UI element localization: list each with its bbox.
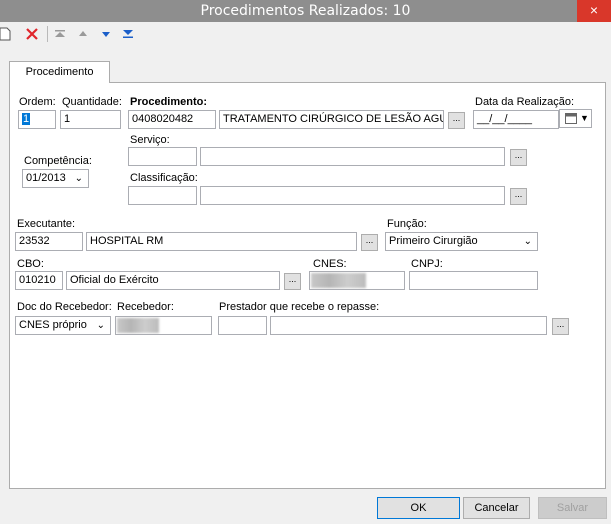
save-button[interactable]: Salvar: [538, 497, 607, 519]
cnpj-field[interactable]: [409, 271, 538, 290]
funcao-select[interactable]: Primeiro Cirurgião ⌄: [385, 232, 538, 251]
move-last-icon[interactable]: [120, 26, 136, 42]
ordem-field[interactable]: 1: [18, 110, 56, 129]
doc-recebedor-label: Doc do Recebedor:: [17, 301, 112, 313]
cancel-button[interactable]: Cancelar: [463, 497, 530, 519]
competencia-value: 01/2013: [26, 172, 66, 184]
recebedor-field[interactable]: [115, 316, 212, 335]
toolbar-separator: [47, 26, 48, 42]
tab-procedimento[interactable]: Procedimento: [9, 61, 110, 83]
servico-label: Serviço:: [130, 134, 170, 146]
classificacao-description-field[interactable]: [200, 186, 505, 205]
redacted-value: [117, 318, 159, 333]
new-icon[interactable]: [0, 26, 13, 42]
data-realizacao-label: Data da Realização:: [475, 96, 575, 108]
ordem-label: Ordem:: [19, 96, 56, 108]
prestador-lookup-button[interactable]: ...: [552, 318, 569, 335]
competencia-select[interactable]: 01/2013 ⌄: [22, 169, 89, 188]
window-title: Procedimentos Realizados: 10: [200, 3, 411, 19]
prestador-name-field[interactable]: [270, 316, 547, 335]
close-button[interactable]: ×: [577, 0, 611, 22]
procedimento-label: Procedimento:: [130, 96, 208, 108]
procedimento-code-field[interactable]: 0408020482: [128, 110, 216, 129]
cbo-description-field[interactable]: Oficial do Exército: [66, 271, 280, 290]
redacted-value: [311, 273, 366, 288]
cbo-label: CBO:: [17, 258, 44, 270]
cbo-lookup-button[interactable]: ...: [284, 273, 301, 290]
toolbar: [0, 22, 611, 46]
servico-code-field[interactable]: [128, 147, 197, 166]
chevron-down-icon: ⌄: [523, 236, 532, 247]
ordem-value: 1: [22, 113, 31, 125]
chevron-down-icon: ⌄: [96, 320, 105, 331]
executante-label: Executante:: [17, 218, 76, 230]
title-bar: Procedimentos Realizados: 10 ×: [0, 0, 611, 22]
funcao-value: Primeiro Cirurgião: [389, 235, 478, 247]
calendar-icon: [565, 113, 577, 127]
executante-lookup-button[interactable]: ...: [361, 234, 378, 251]
chevron-down-icon: ▼: [580, 113, 589, 123]
procedimento-lookup-button[interactable]: ...: [448, 112, 465, 129]
move-down-icon[interactable]: [98, 26, 114, 42]
data-realizacao-field[interactable]: __/__/____: [473, 110, 559, 129]
cbo-code-field[interactable]: 010210: [15, 271, 63, 290]
chevron-down-icon: ⌄: [74, 173, 83, 184]
cnpj-label: CNPJ:: [411, 258, 443, 270]
executante-code-field[interactable]: 23532: [15, 232, 83, 251]
move-up-icon[interactable]: [75, 26, 91, 42]
ok-button[interactable]: OK: [377, 497, 460, 519]
recebedor-label: Recebedor:: [117, 301, 174, 313]
quantidade-field[interactable]: 1: [60, 110, 121, 129]
cnes-field[interactable]: [309, 271, 405, 290]
executante-name-field[interactable]: HOSPITAL RM: [86, 232, 357, 251]
doc-recebedor-select[interactable]: CNES próprio ⌄: [15, 316, 111, 335]
delete-icon[interactable]: [24, 26, 40, 42]
calendar-button[interactable]: ▼: [559, 109, 592, 128]
doc-recebedor-value: CNES próprio: [19, 319, 87, 331]
servico-description-field[interactable]: [200, 147, 505, 166]
classificacao-code-field[interactable]: [128, 186, 197, 205]
classificacao-lookup-button[interactable]: ...: [510, 188, 527, 205]
funcao-label: Função:: [387, 218, 427, 230]
competencia-label: Competência:: [24, 155, 92, 167]
servico-lookup-button[interactable]: ...: [510, 149, 527, 166]
quantidade-label: Quantidade:: [62, 96, 122, 108]
prestador-label: Prestador que recebe o repasse:: [219, 301, 380, 313]
classificacao-label: Classificação:: [130, 172, 198, 184]
cnes-label: CNES:: [313, 258, 347, 270]
move-first-icon[interactable]: [52, 26, 68, 42]
prestador-code-field[interactable]: [218, 316, 267, 335]
procedimento-description-field[interactable]: TRATAMENTO CIRÚRGICO DE LESÃO AGUD: [219, 110, 444, 129]
